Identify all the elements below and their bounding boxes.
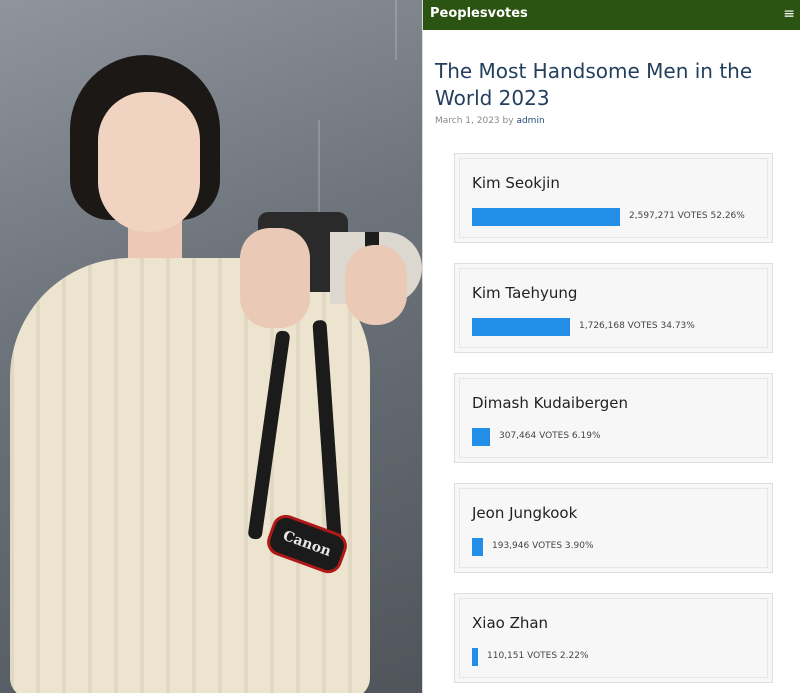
candidate-name: Jeon Jungkook [472,504,578,522]
candidate-name: Kim Seokjin [472,174,560,192]
vote-count: 1,726,168 VOTES 34.73% [579,321,695,331]
poll-item[interactable]: Dimash Kudaibergen 307,464 VOTES 6.19% [454,373,773,463]
candidate-name: Dimash Kudaibergen [472,394,628,412]
vote-bar [472,538,483,556]
face [98,92,200,232]
poll-item[interactable]: Xiao Zhan 110,151 VOTES 2.22% [454,593,773,683]
poll-item-inner [459,268,768,348]
poll-item-inner [459,158,768,238]
vote-bar [472,318,570,336]
site-header: Peoplesvotes ≡ [423,0,800,30]
candidate-name: Xiao Zhan [472,614,549,632]
poll-item-inner [459,378,768,458]
poll-item[interactable]: Kim Taehyung 1,726,168 VOTES 34.73% [454,263,773,353]
vote-count: 307,464 VOTES 6.19% [499,431,601,441]
vote-count: 110,151 VOTES 2.22% [487,651,589,661]
poll-item[interactable]: Jeon Jungkook 193,946 VOTES 3.90% [454,483,773,573]
vote-count: 193,946 VOTES 3.90% [492,541,594,551]
vote-bar [472,428,490,446]
vote-bar [472,648,478,666]
wall-crack [395,0,397,60]
article-panel: Peoplesvotes ≡ The Most Handsome Men in … [422,0,800,693]
site-brand[interactable]: Peoplesvotes [430,6,528,21]
poll-item[interactable]: Kim Seokjin 2,597,271 VOTES 52.26% [454,153,773,243]
left-hand [240,228,310,328]
article-meta: March 1, 2023 by admin [435,116,545,126]
vote-count: 2,597,271 VOTES 52.26% [629,211,745,221]
photo-panel: Canon [0,0,422,693]
poll-item-inner [459,488,768,568]
article-by: by [502,116,514,126]
article-author-link[interactable]: admin [516,116,544,126]
vote-bar [472,208,620,226]
article-title: The Most Handsome Men in the World 2023 [435,59,753,110]
right-hand [345,245,407,325]
article-date: March 1, 2023 [435,116,500,126]
poll-item-inner [459,598,768,678]
hamburger-menu-icon[interactable]: ≡ [783,6,795,22]
candidate-name: Kim Taehyung [472,284,578,302]
